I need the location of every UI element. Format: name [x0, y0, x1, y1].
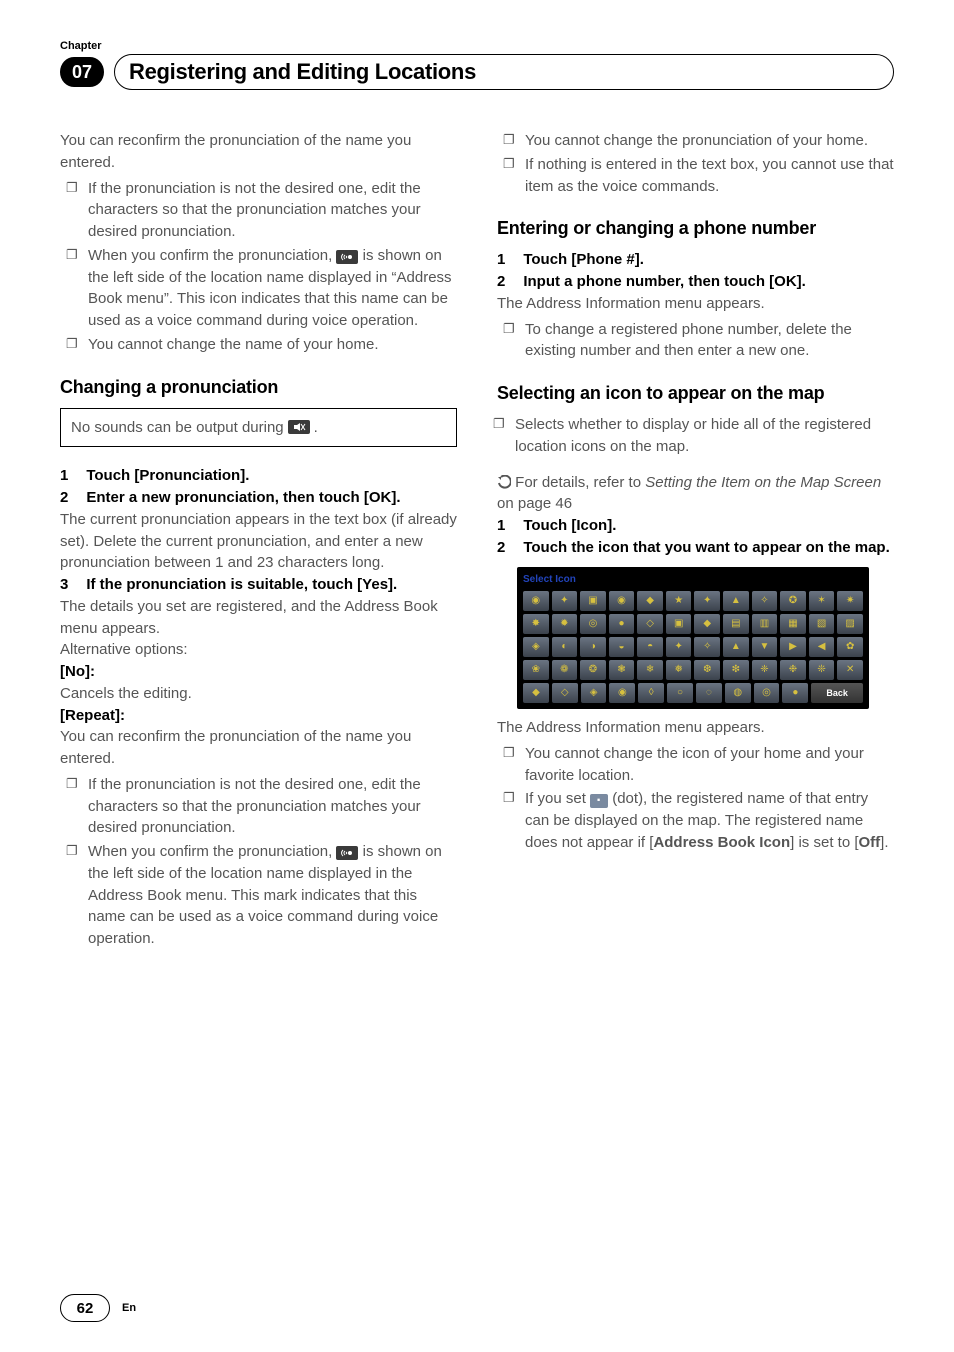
chapter-number-badge: 07: [60, 57, 104, 87]
repeat-bullet-list: If the pronunciation is not the desired …: [60, 774, 457, 950]
icon-lead-list: Selects whether to display or hide all o…: [497, 414, 894, 458]
icon-ref: For details, refer to Setting the Item o…: [497, 472, 894, 516]
phone-step-1: 1 Touch [Phone #].: [497, 249, 894, 271]
intro-bullet: You cannot change the name of your home.: [88, 334, 457, 356]
step-2-body: The current pronunciation appears in the…: [60, 509, 457, 574]
note-text: No sounds can be output during: [71, 417, 284, 439]
page-header: 07 Registering and Editing Locations: [60, 54, 894, 90]
section-title-phone: Entering or changing a phone number: [497, 215, 894, 241]
phone-step-2: 2 Input a phone number, then touch [OK].: [497, 271, 894, 293]
step-2-head: 2 Enter a new pronunciation, then touch …: [60, 487, 457, 509]
section-title-change-pron: Changing a pronunciation: [60, 374, 457, 400]
page-number: 62: [60, 1294, 110, 1322]
after-grid-bullet: If you set (dot), the registered name of…: [525, 788, 894, 853]
intro-text: You can reconfirm the pronunciation of t…: [60, 130, 457, 174]
icon-grid-screenshot: Select Icon ◉✦▣◉◆★✦▲✧✪✶✷ ✸✹◎●◇▣◆▤▥▦▧▨ ◈◐…: [517, 567, 869, 710]
alt-options-label: Alternative options:: [60, 639, 457, 661]
step-3-head: 3 If the pronunciation is suitable, touc…: [60, 574, 457, 596]
repeat-bullet: If the pronunciation is not the desired …: [88, 774, 457, 839]
phone-step-2-body: The Address Information menu appears.: [497, 293, 894, 315]
option-repeat: [Repeat]:: [60, 705, 457, 727]
page-footer: 62 En: [60, 1294, 136, 1322]
icon-step-2: 2 Touch the icon that you want to appear…: [497, 537, 894, 559]
top-bullet: You cannot change the pronunciation of y…: [525, 130, 894, 152]
after-grid-bullet: You cannot change the icon of your home …: [525, 743, 894, 787]
option-no-body: Cancels the editing.: [60, 683, 457, 705]
after-grid-text: The Address Information menu appears.: [497, 717, 894, 739]
step-3-body: The details you set are registered, and …: [60, 596, 457, 640]
section-title-icon: Selecting an icon to appear on the map: [497, 380, 894, 406]
voice-command-icon: [336, 250, 358, 264]
right-column: You cannot change the pronunciation of y…: [497, 130, 894, 964]
top-bullet: If nothing is entered in the text box, y…: [525, 154, 894, 198]
step-1-head: 1 Touch [Pronunciation].: [60, 465, 457, 487]
reference-arrow-icon: [497, 474, 511, 488]
top-bullet-list: You cannot change the pronunciation of y…: [497, 130, 894, 197]
left-column: You can reconfirm the pronunciation of t…: [60, 130, 457, 964]
note-tail: .: [314, 417, 318, 439]
icon-lead-bullet: Selects whether to display or hide all o…: [515, 414, 894, 458]
voice-command-icon: [336, 846, 358, 860]
option-repeat-body: You can reconfirm the pronunciation of t…: [60, 726, 457, 770]
icon-step-1: 1 Touch [Icon].: [497, 515, 894, 537]
footer-language: En: [122, 1302, 136, 1314]
page-title: Registering and Editing Locations: [114, 54, 894, 90]
intro-bullet: When you confirm the pronunciation, is s…: [88, 245, 457, 332]
icon-grid-back-button[interactable]: Back: [811, 683, 863, 703]
phone-bullet-list: To change a registered phone number, del…: [497, 319, 894, 363]
voice-mute-icon: [288, 420, 310, 434]
repeat-bullet: When you confirm the pronunciation, is s…: [88, 841, 457, 950]
after-grid-bullets: You cannot change the icon of your home …: [497, 743, 894, 854]
intro-bullet: If the pronunciation is not the desired …: [88, 178, 457, 243]
dot-icon: [590, 794, 608, 808]
option-no: [No]:: [60, 661, 457, 683]
icon-grid-title: Select Icon: [523, 573, 863, 588]
intro-bullet-list: If the pronunciation is not the desired …: [60, 178, 457, 356]
note-box: No sounds can be output during .: [60, 408, 457, 448]
phone-bullet: To change a registered phone number, del…: [525, 319, 894, 363]
chapter-label: Chapter: [60, 40, 894, 52]
